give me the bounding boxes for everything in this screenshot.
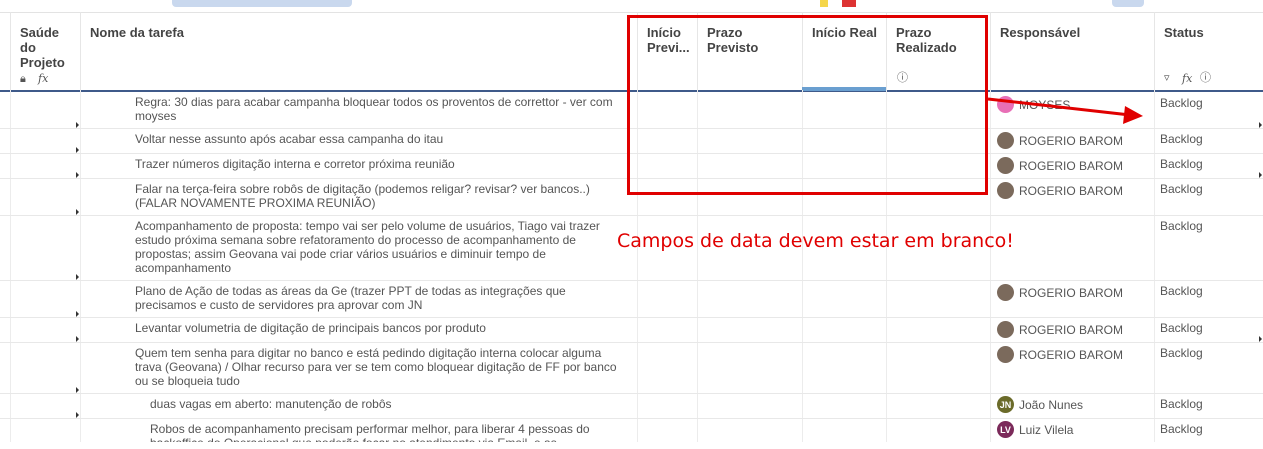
assignee[interactable]: ROGERIO BAROM xyxy=(997,321,1123,338)
column-header-saude-label: Saúde do Projeto xyxy=(20,25,65,70)
lock-icon: 🔒︎ xyxy=(20,73,26,85)
task-name[interactable]: duas vagas em aberto: manutenção de robô… xyxy=(150,397,630,411)
row-corner-marker xyxy=(76,412,79,418)
task-name[interactable]: Acompanhamento de proposta: tempo vai se… xyxy=(135,219,605,275)
row-corner-marker xyxy=(1259,336,1262,342)
row-corner-marker xyxy=(1259,172,1262,178)
assignee[interactable]: ROGERIO BAROM xyxy=(997,284,1123,301)
avatar: JN xyxy=(997,396,1014,413)
task-name[interactable]: Regra: 30 dias para acabar campanha bloq… xyxy=(135,95,630,123)
avatar xyxy=(997,182,1014,199)
avatar xyxy=(997,346,1014,363)
status-cell[interactable]: Backlog xyxy=(1160,346,1203,360)
formula-icon[interactable]: fx xyxy=(38,71,48,86)
assignee[interactable]: ROGERIO BAROM xyxy=(997,132,1123,149)
assignee-name: ROGERIO BAROM xyxy=(1019,183,1124,198)
assignee[interactable]: JN João Nunes xyxy=(997,396,1083,413)
formula-icon-status[interactable]: fx xyxy=(1182,71,1192,86)
column-header-responsavel-label: Responsável xyxy=(1000,25,1081,40)
table-row[interactable]: duas vagas em aberto: manutenção de robô… xyxy=(0,394,1263,419)
table-row[interactable]: Levantar volumetria de digitação de prin… xyxy=(0,318,1263,343)
task-name[interactable]: Quem tem senha para digitar no banco e e… xyxy=(135,346,625,388)
annotation-arrow xyxy=(987,97,1143,124)
assignee-name: ROGERIO BAROM xyxy=(1019,158,1124,173)
toolbar-swatch-red[interactable] xyxy=(842,0,856,7)
status-cell[interactable]: Backlog xyxy=(1160,157,1203,171)
row-corner-marker xyxy=(76,311,79,317)
assignee[interactable]: LV Luiz Vilela xyxy=(997,421,1073,438)
assignee-name: ROGERIO BAROM xyxy=(1019,347,1124,362)
task-name[interactable]: Robos de acompanhamento precisam perform… xyxy=(150,422,595,442)
row-corner-marker xyxy=(76,387,79,393)
annotation-text: Campos de data devem estar em branco! xyxy=(617,230,1014,252)
column-header-status[interactable]: Status ▿ fx ⓘ xyxy=(1154,12,1263,90)
status-cell[interactable]: Backlog xyxy=(1160,397,1203,411)
row-corner-marker xyxy=(76,147,79,153)
status-cell[interactable]: Backlog xyxy=(1160,219,1203,233)
task-name[interactable]: Levantar volumetria de digitação de prin… xyxy=(135,321,630,335)
row-corner-marker xyxy=(76,336,79,342)
status-cell[interactable]: Backlog xyxy=(1160,422,1203,436)
assignee-name: ROGERIO BAROM xyxy=(1019,133,1124,148)
column-header-responsavel[interactable]: Responsável xyxy=(990,12,1154,90)
status-cell[interactable]: Backlog xyxy=(1160,96,1203,110)
row-corner-marker xyxy=(76,172,79,178)
task-name[interactable]: Plano de Ação de todas as áreas da Ge (t… xyxy=(135,284,595,312)
avatar xyxy=(997,157,1014,174)
column-header-saude[interactable]: Saúde do Projeto 🔒︎ fx xyxy=(10,12,80,90)
filter-icon[interactable]: ▿ xyxy=(1164,71,1170,86)
assignee[interactable]: ROGERIO BAROM xyxy=(997,346,1123,363)
task-name[interactable]: Voltar nesse assunto após acabar essa ca… xyxy=(135,132,630,146)
assignee-name: ROGERIO BAROM xyxy=(1019,285,1124,300)
assignee-name: João Nunes xyxy=(1019,397,1084,412)
status-cell[interactable]: Backlog xyxy=(1160,321,1203,335)
avatar xyxy=(997,321,1014,338)
status-cell[interactable]: Backlog xyxy=(1160,182,1203,196)
row-corner-marker xyxy=(76,122,79,128)
task-name[interactable]: Falar na terça-feira sobre robôs de digi… xyxy=(135,182,605,210)
assignee-name: ROGERIO BAROM xyxy=(1019,322,1124,337)
assignee[interactable]: ROGERIO BAROM xyxy=(997,157,1123,174)
avatar: LV xyxy=(997,421,1014,438)
row-corner-marker xyxy=(76,274,79,280)
status-cell[interactable]: Backlog xyxy=(1160,132,1203,146)
avatar xyxy=(997,132,1014,149)
avatar xyxy=(997,284,1014,301)
column-header-status-label: Status xyxy=(1164,25,1204,40)
assignee[interactable]: ROGERIO BAROM xyxy=(997,182,1123,199)
assignee-name: Luiz Vilela xyxy=(1019,422,1074,437)
row-corner-marker xyxy=(76,209,79,215)
table-row[interactable]: Plano de Ação de todas as áreas da Ge (t… xyxy=(0,281,1263,318)
annotation-highlight-box xyxy=(627,15,988,195)
column-header-nome[interactable]: Nome da tarefa xyxy=(80,12,637,90)
toolbar-swatch-yellow[interactable] xyxy=(820,0,828,7)
toolbar-button-fragment-2[interactable] xyxy=(1112,0,1144,7)
toolbar-button-fragment[interactable] xyxy=(172,0,352,7)
row-corner-marker xyxy=(1259,122,1262,128)
task-name[interactable]: Trazer números digitação interna e corre… xyxy=(135,157,630,171)
table-row[interactable]: Robos de acompanhamento precisam perform… xyxy=(0,419,1263,449)
status-cell[interactable]: Backlog xyxy=(1160,284,1203,298)
info-icon-status[interactable]: ⓘ xyxy=(1200,71,1211,86)
table-row[interactable]: Quem tem senha para digitar no banco e e… xyxy=(0,343,1263,394)
column-header-nome-label: Nome da tarefa xyxy=(90,25,184,40)
